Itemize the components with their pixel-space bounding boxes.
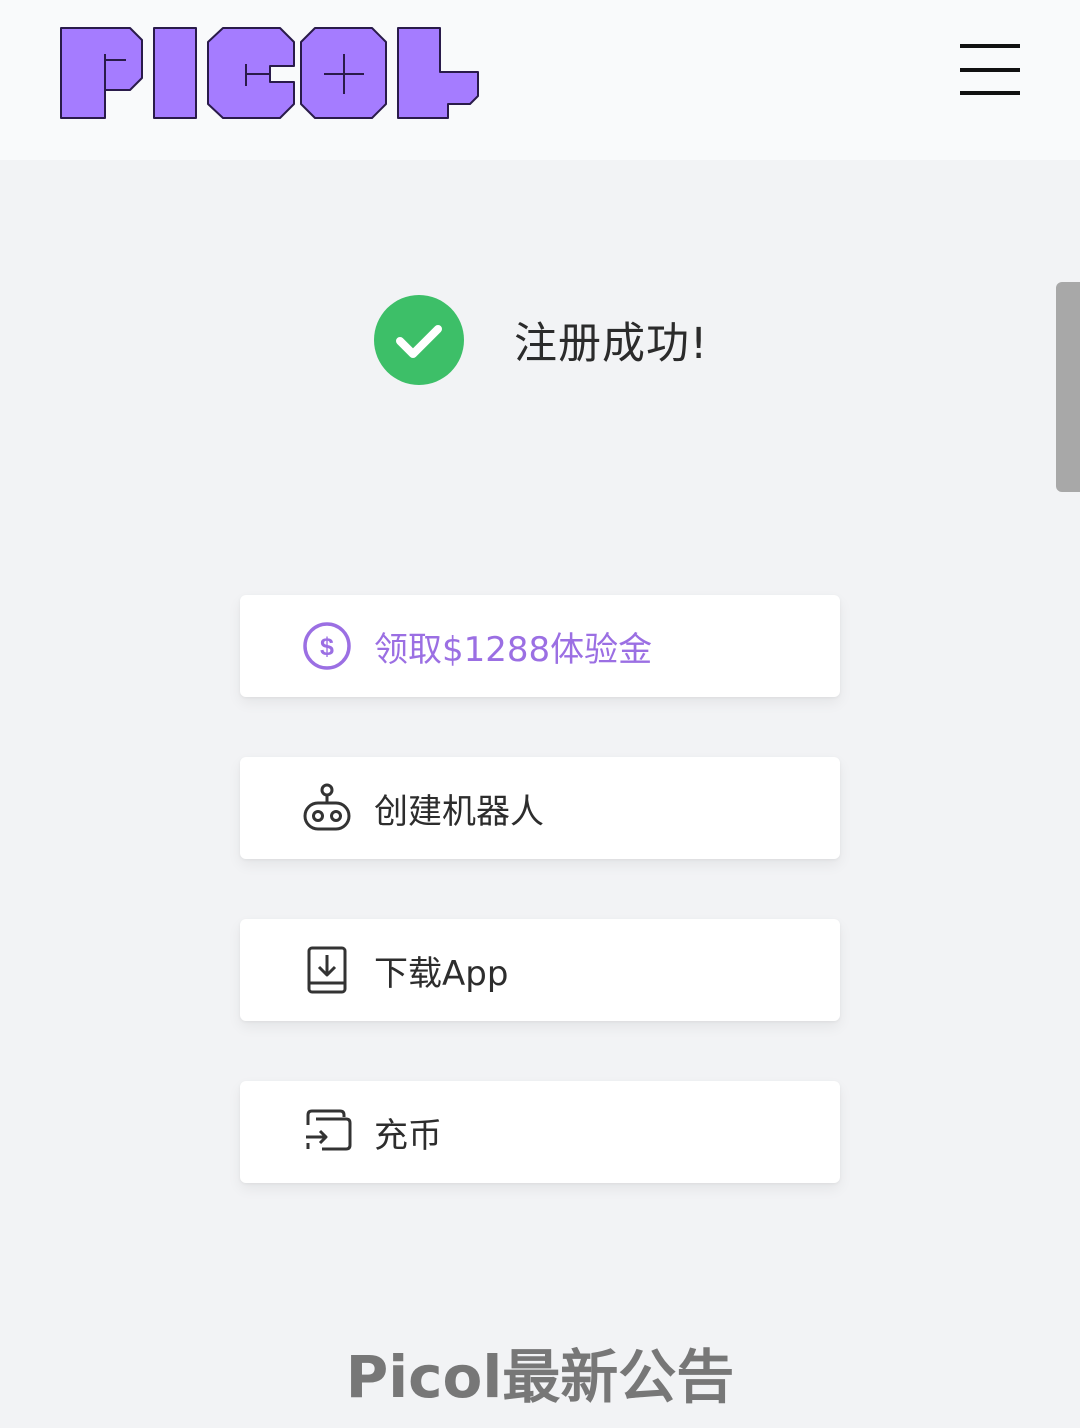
download-icon: [307, 946, 347, 994]
dollar-circle-icon: $: [303, 622, 351, 670]
claim-bonus-button[interactable]: $ 领取$1288体验金: [240, 595, 840, 697]
claim-bonus-label: 领取$1288体验金: [374, 629, 653, 670]
svg-text:$: $: [320, 633, 334, 661]
deposit-button[interactable]: 充币: [240, 1081, 840, 1183]
success-message: 注册成功!: [514, 319, 709, 369]
download-app-label: 下载App: [374, 953, 509, 994]
check-circle-icon: [374, 295, 464, 385]
menu-line: [960, 91, 1020, 95]
deposit-label: 充币: [374, 1115, 442, 1156]
menu-line: [960, 44, 1020, 48]
hamburger-menu-icon[interactable]: [958, 44, 1022, 98]
picol-logo[interactable]: [58, 24, 482, 122]
scrollbar-thumb[interactable]: [1056, 282, 1080, 492]
registration-success: 注册成功!: [374, 295, 708, 385]
top-header: [0, 0, 1080, 160]
create-robot-button[interactable]: 创建机器人: [240, 757, 840, 859]
create-robot-label: 创建机器人: [374, 791, 544, 832]
deposit-icon: [306, 1109, 352, 1151]
download-app-button[interactable]: 下载App: [240, 919, 840, 1021]
news-section-title: Picol最新公告: [345, 1343, 735, 1411]
menu-line: [960, 68, 1020, 72]
robot-icon: [303, 783, 351, 831]
